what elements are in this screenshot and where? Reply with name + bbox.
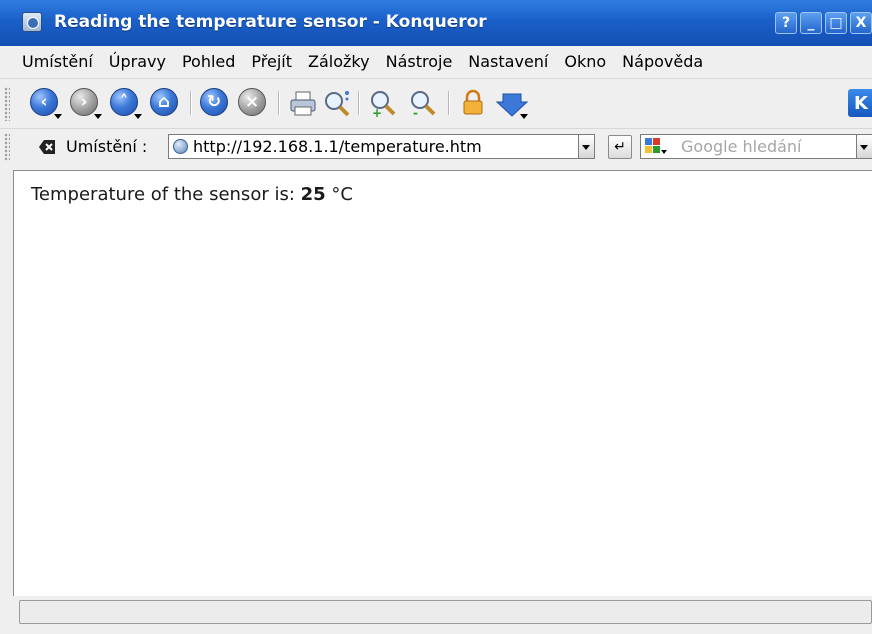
window-title: Reading the temperature sensor - Konquer… [54,12,487,32]
page-favicon-icon [173,139,188,154]
download-dropdown-icon[interactable] [520,114,528,119]
forward-icon: › [70,88,98,116]
status-field [19,600,872,624]
print-button[interactable] [288,88,318,118]
clear-location-icon[interactable] [38,139,56,155]
find-icon [325,91,350,117]
up-button[interactable]: ˄ [110,88,142,119]
app-icon[interactable] [22,12,42,32]
forward-dropdown-icon[interactable] [94,114,102,119]
locationbar-handle[interactable] [4,133,10,161]
find-button[interactable] [322,88,352,118]
menu-umisteni[interactable]: Umístění [22,52,93,71]
url-history-dropdown[interactable] [578,134,595,159]
url-text[interactable]: http://192.168.1.1/temperature.htm [193,137,482,156]
menu-nastroje[interactable]: Nástroje [386,52,453,71]
temperature-line: Temperature of the sensor is: 25 °C [31,184,353,205]
menu-upravy[interactable]: Úpravy [109,52,166,71]
up-icon: ˄ [110,88,138,116]
svg-text:-: - [413,106,418,118]
menu-napoveda[interactable]: Nápověda [622,52,703,71]
konqueror-window: Reading the temperature sensor - Konquer… [0,0,872,634]
lock-icon [463,89,483,115]
location-label: Umístění : [66,137,148,156]
zoom-out-icon: - [411,91,436,120]
print-icon [290,91,316,116]
download-button[interactable] [495,88,529,119]
temperature-unit: °C [325,184,353,205]
help-button[interactable]: ? [775,12,797,34]
back-dropdown-icon[interactable] [54,114,62,119]
go-button[interactable]: ↵ [608,135,632,159]
stop-icon: × [238,88,266,116]
svg-text:+: + [372,106,382,118]
page-view[interactable]: Temperature of the sensor is: 25 °C [13,170,872,596]
search-dropdown[interactable] [856,134,872,159]
toolbar-separator [358,91,360,115]
minimize-button[interactable]: _ [800,12,822,34]
google-icon[interactable] [645,138,667,156]
menu-pohled[interactable]: Pohled [182,52,235,71]
toolbar-separator [278,91,280,115]
temperature-value: 25 [300,184,326,205]
forward-button[interactable]: › [70,88,102,119]
reload-icon: ↻ [200,88,228,116]
window-controls: ? _ □ X [775,12,872,34]
security-button[interactable] [458,88,488,118]
toolbar-handle[interactable] [4,87,10,121]
back-button[interactable]: ‹ [30,88,62,119]
zoom-in-icon: + [371,91,396,120]
temperature-prefix: Temperature of the sensor is: [31,184,301,205]
title-bar[interactable]: Reading the temperature sensor - Konquer… [0,0,872,47]
status-bar [0,596,872,634]
main-toolbar: ‹ › ˄ ⌂ ↻ × + - K [0,78,872,128]
home-button[interactable]: ⌂ [150,88,180,118]
kde-logo: K [848,89,872,117]
menu-okno[interactable]: Okno [564,52,606,71]
home-icon: ⌂ [150,88,178,116]
location-bar: Umístění : http://192.168.1.1/temperatur… [0,128,872,164]
stop-button[interactable]: × [238,88,268,118]
enter-arrow-icon: ↵ [614,139,626,155]
zoom-in-button[interactable]: + [368,88,398,120]
maximize-button[interactable]: □ [825,12,847,34]
toolbar-separator [190,91,192,115]
menu-zalozky[interactable]: Záložky [308,52,370,71]
search-input[interactable]: Google hledání [640,134,872,159]
url-input[interactable]: http://192.168.1.1/temperature.htm [168,134,594,159]
zoom-out-button[interactable]: - [408,88,438,120]
toolbar-separator [448,91,450,115]
menu-nastaveni[interactable]: Nastavení [468,52,548,71]
menu-prejit[interactable]: Přejít [251,52,292,71]
menu-bar: Umístění Úpravy Pohled Přejít Záložky Ná… [0,46,872,76]
back-icon: ‹ [30,88,58,116]
search-placeholder: Google hledání [681,137,802,156]
reload-button[interactable]: ↻ [200,88,230,118]
close-button[interactable]: X [850,12,872,34]
up-dropdown-icon[interactable] [134,114,142,119]
